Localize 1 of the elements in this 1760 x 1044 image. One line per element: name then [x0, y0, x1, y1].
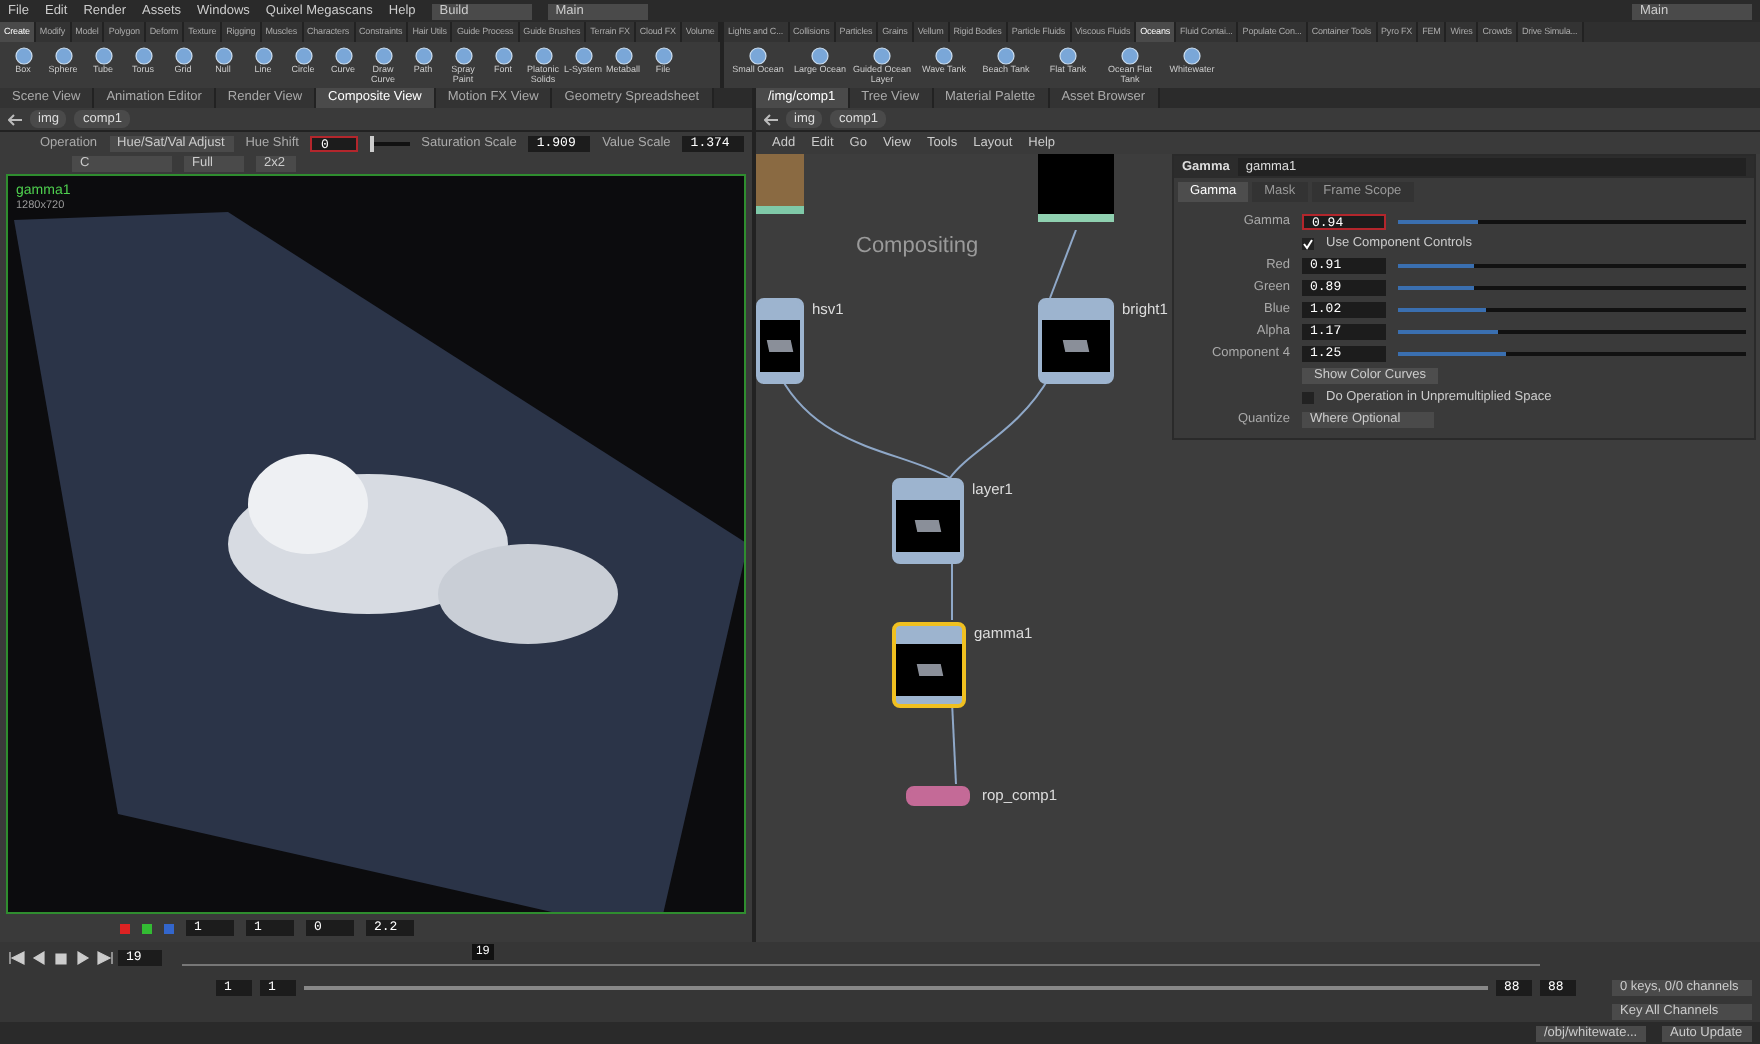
network-box-label: Compositing: [856, 232, 979, 262]
